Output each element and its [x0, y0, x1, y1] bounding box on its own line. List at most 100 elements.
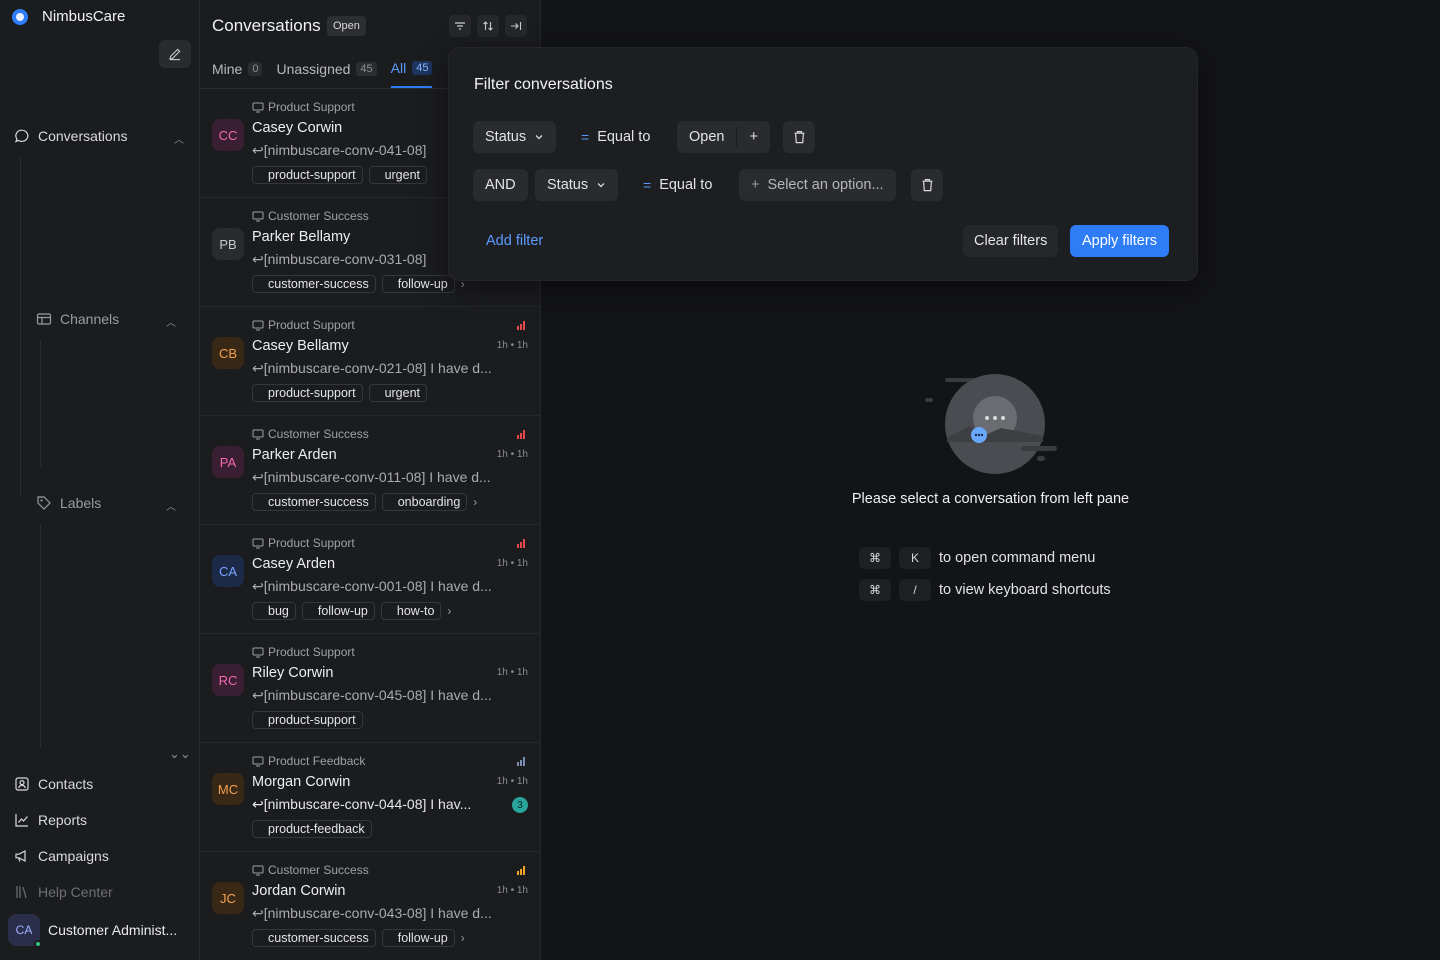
- kbd-key: ⌘: [859, 579, 891, 601]
- avatar-initials: CA: [15, 923, 33, 937]
- tab-count: 0: [248, 62, 263, 76]
- megaphone-icon: [14, 848, 30, 864]
- brand[interactable]: NimbusCare: [12, 8, 125, 25]
- filter-icon[interactable]: [449, 15, 471, 37]
- trash-icon: [794, 131, 804, 144]
- online-status-dot: [34, 940, 42, 948]
- nav-campaigns-label: Campaigns: [38, 848, 109, 864]
- chevron-right-icon[interactable]: ›: [473, 495, 477, 509]
- contact-name: Casey Corwin: [252, 120, 343, 136]
- message-preview: ↩[nimbuscare-conv-011-08] I have d...: [252, 469, 527, 486]
- priority-icon: [517, 866, 527, 875]
- message-text: [nimbuscare-conv-011-08] I have d...: [263, 469, 491, 485]
- inbox-icon: [252, 211, 264, 221]
- filter-popover: Filter conversations Status = Equal to O…: [448, 47, 1198, 281]
- conversation-item[interactable]: MC Product Feedback Morgan Corwin ↩[nimbusc…: [200, 743, 540, 852]
- nav-campaigns[interactable]: Campaigns: [14, 848, 109, 864]
- chart-line-icon: [14, 812, 30, 828]
- avatar-initials: PB: [219, 236, 237, 252]
- chevron-up-icon[interactable]: ︿: [166, 498, 176, 513]
- label-list: customer-success follow-up ›: [252, 929, 465, 947]
- nav-contacts[interactable]: Contacts: [14, 776, 93, 792]
- collapse-panel-icon[interactable]: [505, 15, 527, 37]
- filter-attribute-select[interactable]: Status: [535, 169, 619, 201]
- avatar-initials: CB: [218, 345, 238, 361]
- sort-icon[interactable]: [477, 15, 499, 37]
- avatar-initials: PA: [219, 454, 237, 470]
- label-list: product-support: [252, 711, 363, 729]
- label-chip: product-support: [252, 166, 363, 184]
- add-value-icon[interactable]: +: [737, 121, 769, 153]
- chevron-up-icon[interactable]: ︿: [166, 314, 176, 329]
- message-preview: ↩[nimbuscare-conv-001-08] I have d...: [252, 578, 527, 595]
- avatar: RC: [212, 664, 244, 696]
- inbox-label: Product Support: [268, 536, 355, 550]
- delete-filter-button[interactable]: [911, 169, 943, 201]
- nav-tree-line: [20, 156, 21, 496]
- filter-operator-select[interactable]: = Equal to: [631, 169, 724, 201]
- inbox-name: Customer Success: [252, 209, 369, 223]
- compose-button[interactable]: [159, 40, 191, 68]
- label-list: customer-success onboarding ›: [252, 493, 477, 511]
- conversation-item[interactable]: CA Product Support Casey Arden ↩[nimbuscare…: [200, 525, 540, 634]
- inbox-name: Product Feedback: [252, 754, 365, 768]
- reply-icon: ↩: [252, 687, 264, 703]
- conversation-item[interactable]: JC Customer Success Jordan Corwin ↩[nimbusc…: [200, 852, 540, 960]
- nav-labels[interactable]: Labels: [36, 495, 101, 511]
- filter-value-select[interactable]: Open +: [677, 121, 770, 153]
- current-user[interactable]: CA Customer Administ...: [8, 914, 177, 948]
- filter-conjunction-select[interactable]: AND: [473, 169, 528, 201]
- contact-name: Jordan Corwin: [252, 883, 346, 899]
- empty-state-illustration: [925, 374, 1057, 474]
- nav-reports[interactable]: Reports: [14, 812, 87, 828]
- inbox-name: Customer Success: [252, 863, 369, 877]
- chevron-right-icon[interactable]: ›: [461, 931, 465, 945]
- reply-icon: ↩: [252, 251, 264, 267]
- nav-help-center-label: Help Center: [38, 884, 113, 900]
- inbox-icon: [252, 865, 264, 875]
- chevron-right-icon[interactable]: ›: [447, 604, 451, 618]
- contacts-icon: [14, 776, 30, 792]
- nav-channels-label: Channels: [60, 311, 120, 327]
- inbox-label: Customer Success: [268, 863, 369, 877]
- filter-operator-select[interactable]: = Equal to: [569, 121, 662, 153]
- message-text: [nimbuscare-conv-041-08]: [263, 142, 427, 158]
- avatar-initials: MC: [217, 781, 239, 797]
- delete-filter-button[interactable]: [783, 121, 815, 153]
- tag-icon: [36, 495, 52, 511]
- filter-value-select[interactable]: + Select an option...: [739, 169, 896, 201]
- status-badge[interactable]: Open: [327, 16, 366, 36]
- inbox-name: Customer Success: [252, 427, 369, 441]
- priority-icon: [517, 321, 527, 330]
- apply-filters-button[interactable]: Apply filters: [1070, 225, 1169, 257]
- avatar-initials: CA: [218, 563, 238, 579]
- message-text: [nimbuscare-conv-021-08] I have d...: [263, 360, 492, 376]
- conversation-item[interactable]: RC Product Support Riley Corwin ↩[nimbuscar…: [200, 634, 540, 743]
- inbox-label: Product Feedback: [268, 754, 366, 768]
- add-filter-link[interactable]: Add filter: [486, 233, 543, 249]
- conversation-item[interactable]: CB Product Support Casey Bellamy ↩[nimbusca…: [200, 307, 540, 416]
- conversation-item[interactable]: PA Customer Success Parker Arden ↩[nimbusca…: [200, 416, 540, 525]
- label-chip: follow-up: [301, 602, 375, 620]
- contact-name: Parker Bellamy: [252, 229, 351, 245]
- tab-mine[interactable]: Mine 0: [212, 60, 263, 88]
- chevron-up-icon[interactable]: ︿: [174, 131, 184, 146]
- filter-attribute-select[interactable]: Status: [473, 121, 557, 153]
- priority-icon: [517, 430, 527, 439]
- reply-icon: ↩: [252, 796, 264, 812]
- tab-unassigned[interactable]: Unassigned 45: [276, 60, 377, 88]
- message-preview: ↩[nimbuscare-conv-045-08] I have d...: [252, 687, 527, 704]
- nav-help-center[interactable]: Help Center: [14, 884, 113, 900]
- tab-all[interactable]: All 45: [390, 60, 433, 88]
- app-root: NimbusCare Conversations ︿ Channels ︿ La…: [0, 0, 1440, 960]
- inbox-icon: [252, 538, 264, 548]
- nav-channels[interactable]: Channels: [36, 311, 119, 327]
- double-chevron-down-icon[interactable]: ⌄⌄: [169, 746, 191, 762]
- inbox-label: Product Support: [268, 645, 355, 659]
- inbox-icon: [252, 756, 264, 766]
- label-chip: follow-up: [381, 929, 455, 947]
- kbd-key: K: [899, 547, 931, 569]
- label-chip: how-to: [380, 602, 442, 620]
- clear-filters-button[interactable]: Clear filters: [963, 225, 1059, 257]
- nav-conversations[interactable]: Conversations: [14, 128, 128, 144]
